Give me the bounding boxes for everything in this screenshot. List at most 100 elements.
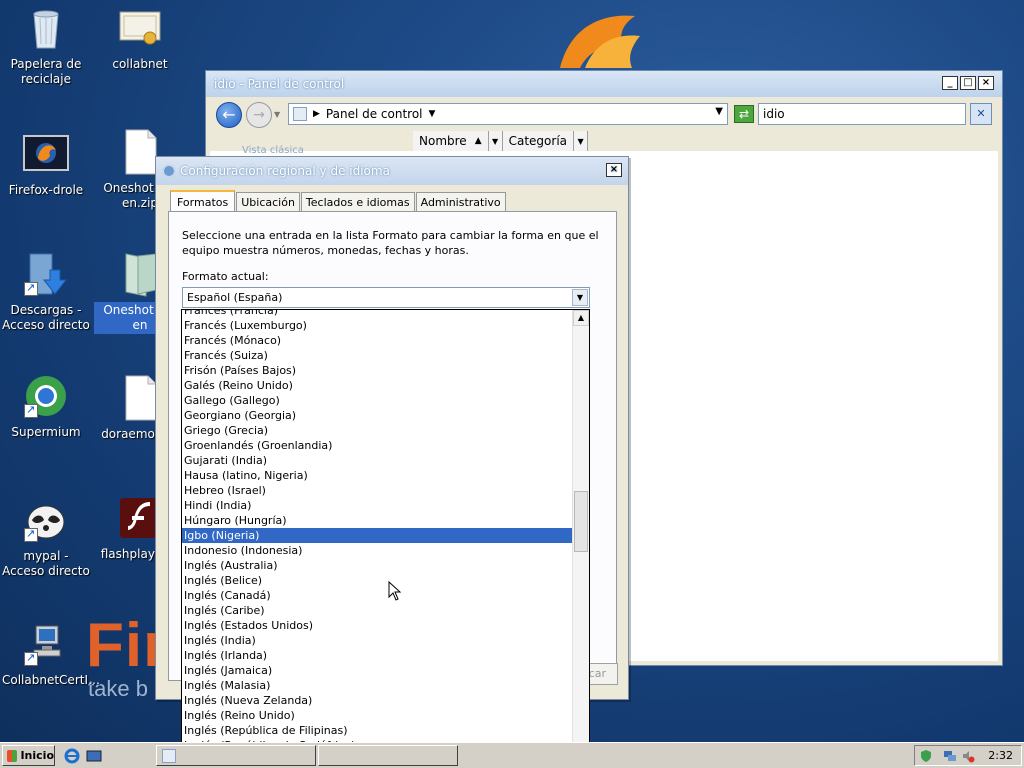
- control-panel-icon: [293, 107, 307, 121]
- desktop-icon-supermium[interactable]: Supermium: [0, 372, 92, 441]
- address-bar[interactable]: ▶ Panel de control ▼ ▼: [288, 103, 728, 125]
- desktop-icon-label: Papelera de reciclaje: [10, 57, 82, 86]
- chevron-down-icon[interactable]: ▼: [429, 109, 436, 119]
- taskbar-button-dialog[interactable]: [318, 745, 458, 766]
- column-dropdown-icon[interactable]: ▼: [488, 131, 503, 151]
- format-list-item[interactable]: Inglés (India): [182, 633, 573, 648]
- format-list-item[interactable]: Galés (Reino Unido): [182, 378, 573, 393]
- format-list-item[interactable]: Francés (Mónaco): [182, 333, 573, 348]
- close-button[interactable]: ×: [606, 163, 622, 177]
- network-icon[interactable]: [943, 749, 957, 763]
- system-tray: 2:32: [914, 745, 1022, 766]
- address-dropdown-icon[interactable]: ▼: [715, 106, 723, 117]
- regional-settings-icon: [162, 164, 176, 178]
- recycle-bin-icon: [33, 10, 59, 49]
- desktop-icon-label: CollabnetCertI…: [2, 673, 100, 687]
- volume-muted-icon[interactable]: [961, 749, 975, 763]
- security-shield-icon[interactable]: [919, 749, 933, 763]
- chevron-down-icon[interactable]: ▼: [274, 110, 280, 119]
- format-list-item[interactable]: Inglés (Australia): [182, 558, 573, 573]
- format-list-item[interactable]: Inglés (Irlanda): [182, 648, 573, 663]
- mouse-cursor-icon: [388, 581, 402, 601]
- format-list-item[interactable]: Griego (Grecia): [182, 423, 573, 438]
- clear-search-button[interactable]: ✕: [970, 103, 992, 125]
- desktop-icon-label: collabnet: [112, 57, 168, 71]
- format-list-item[interactable]: Hindi (India): [182, 498, 573, 513]
- format-list-item[interactable]: Georgiano (Georgia): [182, 408, 573, 423]
- sort-up-icon: ▲: [474, 136, 482, 146]
- format-list-item[interactable]: Igbo (Nigeria): [182, 528, 573, 543]
- show-desktop-icon[interactable]: [86, 748, 102, 764]
- format-list-item[interactable]: Hausa (latino, Nigeria): [182, 468, 573, 483]
- list-scrollbar[interactable]: ▲ ▼: [572, 310, 589, 758]
- column-headers: Nombre ▲ ▼ Categoría ▼: [413, 131, 589, 151]
- back-button[interactable]: ←: [216, 102, 242, 128]
- dialog-title-bar[interactable]: Configuración regional y de idioma ×: [156, 157, 628, 185]
- format-select[interactable]: Español (España) ▼: [182, 287, 590, 308]
- tab-teclados[interactable]: Teclados e idiomas: [300, 192, 415, 211]
- format-list-item[interactable]: Inglés (Estados Unidos): [182, 618, 573, 633]
- column-header-name[interactable]: Nombre ▲: [413, 131, 489, 151]
- desktop-icon-collabnet-cert[interactable]: CollabnetCertI…: [0, 620, 100, 689]
- format-list-item[interactable]: Húngaro (Hungría): [182, 513, 573, 528]
- format-list-item[interactable]: Gujarati (India): [182, 453, 573, 468]
- format-list-item[interactable]: Frisón (Países Bajos): [182, 363, 573, 378]
- desktop-icon-collabnet[interactable]: collabnet: [94, 4, 186, 73]
- taskbar-button-control-panel[interactable]: [156, 745, 316, 766]
- control-panel-title-bar[interactable]: idio - Panel de control _ □ ×: [206, 71, 1002, 97]
- desktop-icon-firefox[interactable]: Firefox-drole: [0, 130, 92, 199]
- shortcut-arrow-icon: [24, 650, 38, 666]
- classic-view-link[interactable]: Vista clásica: [242, 145, 304, 156]
- taskbar: Inicio 2:32: [0, 742, 1024, 768]
- instruction-text: Seleccione una entrada en la lista Forma…: [182, 229, 599, 257]
- column-dropdown-icon[interactable]: ▼: [574, 131, 589, 151]
- format-list-item[interactable]: Inglés (Reino Unido): [182, 708, 573, 723]
- format-list-item[interactable]: Francés (Francia): [182, 310, 573, 318]
- format-list-item[interactable]: Inglés (Belice): [182, 573, 573, 588]
- breadcrumb-arrow-icon[interactable]: ▶: [313, 109, 320, 119]
- format-list-item[interactable]: Groenlandés (Groenlandia): [182, 438, 573, 453]
- minimize-button[interactable]: _: [942, 76, 958, 90]
- address-toolbar: ← → ▼ ▶ Panel de control ▼ ▼ ⇄ idio ✕: [212, 101, 998, 129]
- clock[interactable]: 2:32: [988, 749, 1013, 762]
- format-list-item[interactable]: Inglés (Malasia): [182, 678, 573, 693]
- column-header-category[interactable]: Categoría: [502, 131, 575, 151]
- firefox-wallpaper-art: [560, 15, 640, 68]
- format-list-item[interactable]: Francés (Suiza): [182, 348, 573, 363]
- tab-strip: Formatos Ubicación Teclados e idiomas Ad…: [170, 190, 507, 212]
- scroll-up-icon[interactable]: ▲: [573, 310, 589, 326]
- search-input[interactable]: idio: [758, 103, 966, 125]
- format-list-item[interactable]: Indonesio (Indonesia): [182, 543, 573, 558]
- desktop-icon-descargas[interactable]: Descargas - Acceso directo: [0, 250, 92, 334]
- chevron-down-icon[interactable]: ▼: [572, 289, 588, 306]
- internet-explorer-icon[interactable]: [64, 748, 80, 764]
- format-list-item[interactable]: Hebreo (Israel): [182, 483, 573, 498]
- format-list-item[interactable]: Gallego (Gallego): [182, 393, 573, 408]
- forward-button[interactable]: →: [246, 102, 272, 128]
- tab-administrativo[interactable]: Administrativo: [415, 192, 506, 211]
- format-list-item[interactable]: Inglés (Canadá): [182, 588, 573, 603]
- shortcut-arrow-icon: [24, 402, 38, 418]
- refresh-button[interactable]: ⇄: [734, 105, 754, 123]
- maximize-button[interactable]: □: [960, 76, 976, 90]
- dialog-title: Configuración regional y de idioma: [180, 164, 390, 178]
- format-list-item[interactable]: Inglés (Caribe): [182, 603, 573, 618]
- tab-formatos[interactable]: Formatos: [170, 190, 236, 212]
- format-list-item[interactable]: Inglés (Jamaica): [182, 663, 573, 678]
- shortcut-arrow-icon: [24, 526, 38, 542]
- desktop-icon-mypal[interactable]: mypal - Acceso directo: [0, 496, 92, 580]
- tab-ubicacion[interactable]: Ubicación: [236, 192, 300, 211]
- close-button[interactable]: ×: [978, 76, 994, 90]
- start-button[interactable]: Inicio: [2, 745, 55, 766]
- breadcrumb[interactable]: Panel de control: [326, 107, 423, 121]
- control-panel-icon: [162, 749, 176, 763]
- scrollbar-thumb[interactable]: [574, 491, 588, 552]
- format-select-value: Español (España): [187, 291, 283, 304]
- format-dropdown-list[interactable]: Francés (Francia) Francés (Luxemburgo) Fra…: [181, 309, 590, 759]
- certificate-icon: [119, 11, 161, 45]
- format-list-item[interactable]: Inglés (Nueva Zelanda): [182, 693, 573, 708]
- desktop-icon-recycle-bin[interactable]: Papelera de reciclaje: [0, 4, 92, 88]
- format-list-item[interactable]: Francés (Luxemburgo): [182, 318, 573, 333]
- format-list-item[interactable]: Inglés (República de Filipinas): [182, 723, 573, 738]
- firefox-icon: [23, 135, 69, 171]
